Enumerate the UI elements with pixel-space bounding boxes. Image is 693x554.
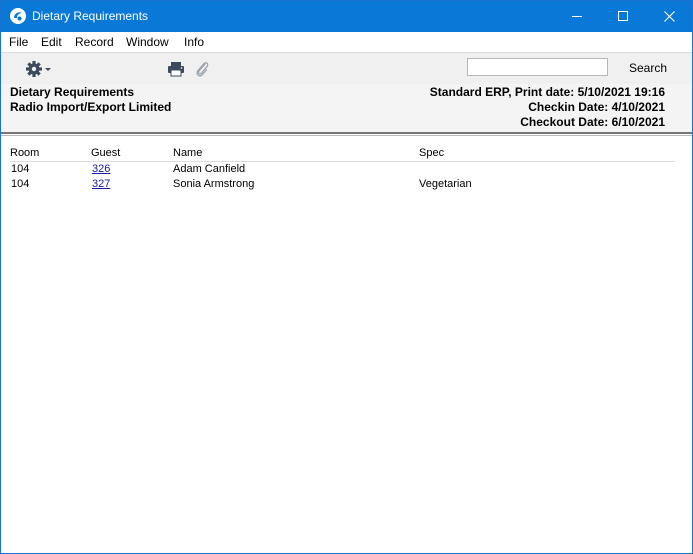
header-divider (1, 132, 692, 134)
print-info: Standard ERP, Print date: 5/10/2021 19:1… (429, 85, 665, 99)
report-title: Dietary Requirements (10, 85, 135, 99)
column-header-divider (10, 161, 675, 162)
menu-record[interactable]: Record (75, 35, 114, 49)
menu-bar: File Edit Record Window Info (1, 32, 692, 52)
app-window: Dietary Requirements File Edit Record Wi… (0, 0, 693, 554)
minimize-button[interactable] (554, 1, 600, 32)
menu-info[interactable]: Info (184, 35, 204, 49)
menu-file[interactable]: File (9, 35, 28, 49)
maximize-icon (617, 11, 628, 21)
column-header-room: Room (10, 147, 40, 159)
cell-room: 104 (11, 163, 30, 175)
column-header-guest: Guest (91, 147, 121, 159)
guest-link[interactable]: 327 (92, 178, 110, 190)
gear-icon[interactable] (25, 60, 55, 78)
cell-name: Sonia Armstrong (173, 178, 255, 190)
report-header: Dietary Requirements Radio Import/Export… (1, 84, 692, 132)
column-header-spec: Spec (419, 147, 445, 159)
checkin-date: Checkin Date: 4/10/2021 (528, 100, 665, 114)
window-title: Dietary Requirements (32, 9, 149, 23)
menu-window[interactable]: Window (126, 35, 169, 49)
column-header-name: Name (173, 147, 203, 159)
cell-room: 104 (11, 178, 30, 190)
guest-link[interactable]: 326 (92, 163, 110, 175)
header-divider-thin (1, 135, 692, 136)
search-button[interactable]: Search (629, 61, 667, 75)
cell-name: Adam Canfield (173, 163, 246, 175)
title-bar[interactable]: Dietary Requirements (1, 1, 692, 32)
toolbar: Search (1, 52, 692, 84)
maximize-button[interactable] (600, 1, 646, 32)
search-input[interactable] (467, 58, 608, 76)
print-icon[interactable] (167, 61, 185, 77)
cell-spec: Vegetarian (419, 178, 472, 190)
checkout-date: Checkout Date: 6/10/2021 (520, 115, 665, 129)
company-name: Radio Import/Export Limited (10, 100, 172, 114)
close-icon (663, 11, 675, 22)
close-button[interactable] (646, 1, 692, 32)
paperclip-icon[interactable] (194, 59, 210, 79)
app-logo-icon (10, 8, 26, 24)
menu-edit[interactable]: Edit (41, 35, 62, 49)
minimize-icon (571, 16, 582, 17)
